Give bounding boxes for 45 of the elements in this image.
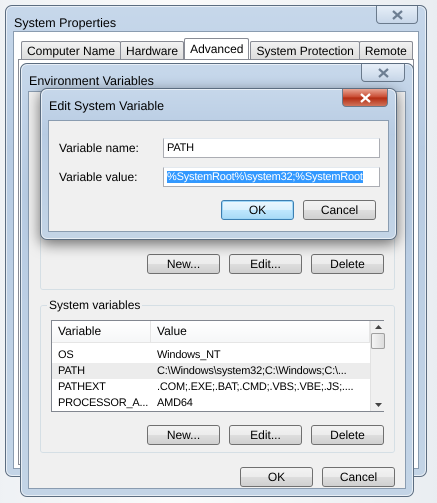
- ok-button[interactable]: OK: [221, 200, 294, 220]
- tab[interactable]: Computer Name: [21, 41, 122, 59]
- field-label: Variable name:: [59, 141, 140, 155]
- variable-name: PATH: [57, 365, 86, 378]
- variable-name: PATHEXT: [57, 381, 107, 394]
- user-variable-button[interactable]: New...: [147, 254, 220, 274]
- system-variable-button[interactable]: Delete: [311, 425, 384, 445]
- scrollbar[interactable]: [370, 321, 385, 411]
- list-row[interactable]: PATHEXT .COM;.EXE;.BAT;.CMD;.VBS;.VBE;.JS;....: [52, 379, 370, 396]
- variable-value: Windows_NT: [156, 349, 222, 362]
- scroll-thumb[interactable]: [371, 333, 385, 349]
- input-field[interactable]: PATH: [163, 138, 380, 158]
- list-row[interactable]: PATH C:\Windows\system32;C:\Windows;C:\...: [52, 363, 370, 380]
- field-label: Variable value:: [59, 170, 138, 184]
- system-variable-button[interactable]: New...: [147, 425, 220, 445]
- close-button[interactable]: [376, 6, 418, 24]
- tab[interactable]: Remote: [358, 41, 413, 59]
- window-title: Edit System Variable: [49, 99, 164, 113]
- variable-name: PROCESSOR_A...: [57, 397, 150, 410]
- system-variable-button[interactable]: Edit...: [229, 425, 302, 445]
- scroll-down-icon[interactable]: [374, 403, 382, 407]
- cancel-button[interactable]: Cancel: [322, 467, 395, 487]
- user-variable-button[interactable]: Delete: [311, 254, 384, 274]
- cancel-button[interactable]: Cancel: [303, 200, 376, 220]
- window-title: System Properties: [14, 16, 116, 30]
- tab[interactable]: System Protection: [250, 41, 360, 59]
- group-label: System variables: [47, 298, 142, 312]
- close-icon: [360, 92, 370, 102]
- variable-value: AMD64: [156, 397, 194, 410]
- list-row[interactable]: PROCESSOR_A... AMD64: [52, 395, 370, 411]
- tab[interactable]: Hardware: [120, 41, 184, 59]
- close-icon: [378, 68, 388, 78]
- close-button[interactable]: [361, 64, 405, 82]
- close-button[interactable]: [342, 89, 388, 107]
- close-icon: [392, 10, 402, 20]
- ok-button[interactable]: OK: [240, 467, 313, 487]
- tab[interactable]: Advanced: [184, 38, 250, 59]
- variable-value: .COM;.EXE;.BAT;.CMD;.VBS;.VBE;.JS;....: [156, 381, 354, 394]
- user-variable-button[interactable]: Edit...: [229, 254, 302, 274]
- variable-value: C:\Windows\system32;C:\Windows;C:\...: [156, 365, 348, 378]
- list-row[interactable]: OS Windows_NT: [52, 348, 370, 364]
- window-title: Environment Variables: [29, 74, 154, 88]
- variable-name: OS: [57, 349, 74, 362]
- column-header[interactable]: Variable: [52, 321, 151, 342]
- scroll-up-icon[interactable]: [374, 325, 382, 329]
